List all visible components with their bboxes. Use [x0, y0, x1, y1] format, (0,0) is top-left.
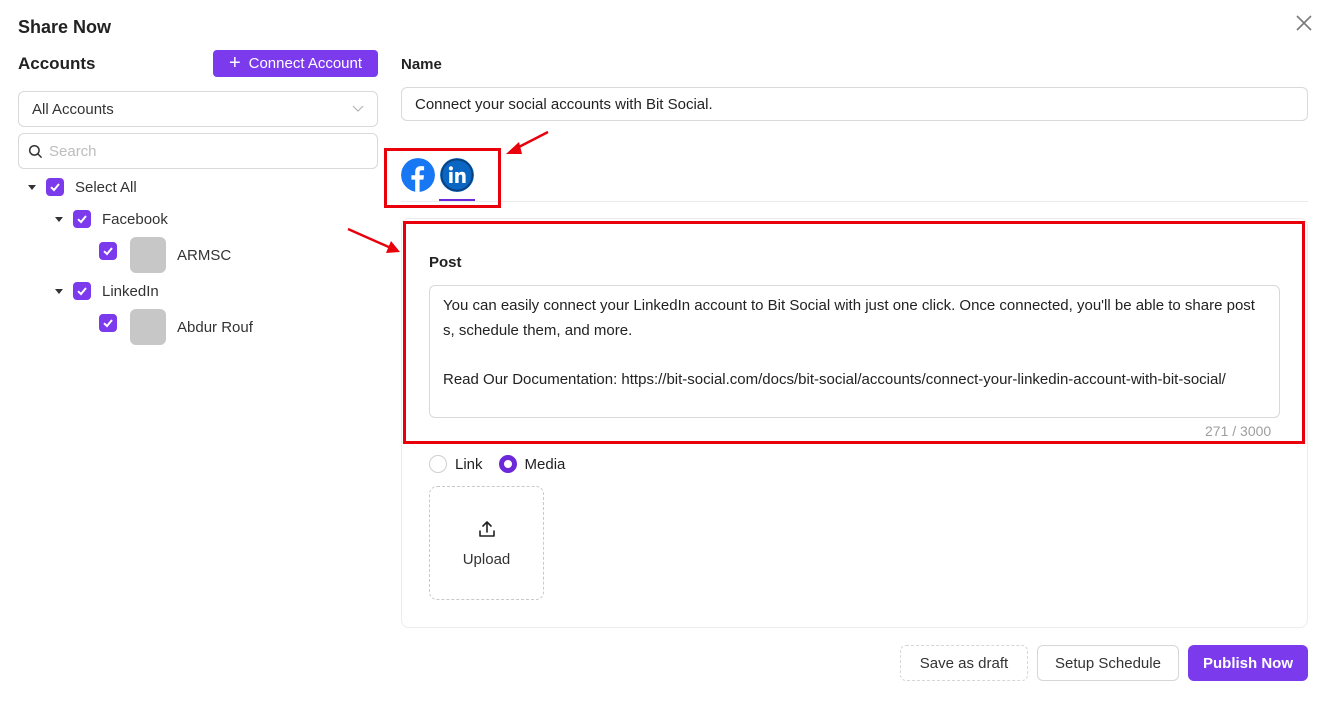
tree-group-linkedin: LinkedIn	[55, 282, 159, 300]
check-icon	[103, 247, 113, 256]
group-label: LinkedIn	[102, 282, 159, 300]
tree-account-abdur-rouf[interactable]: Abdur Rouf	[99, 309, 253, 345]
link-radio[interactable]	[429, 455, 447, 473]
caret-down-icon[interactable]	[55, 216, 63, 222]
accounts-filter-value: All Accounts	[32, 100, 114, 118]
annotation-arrow-networks	[506, 130, 549, 154]
attachment-type: Link Media	[429, 455, 581, 473]
account-checkbox[interactable]	[99, 314, 117, 332]
post-label: Post	[429, 254, 462, 271]
plus-icon: +	[228, 51, 241, 74]
close-icon[interactable]	[1293, 12, 1315, 34]
select-all-label: Select All	[75, 178, 137, 196]
upload-dropzone[interactable]: Upload	[429, 486, 544, 600]
linkedin-group-checkbox[interactable]	[73, 282, 91, 300]
account-checkbox[interactable]	[99, 242, 117, 260]
account-label: ARMSC	[177, 246, 232, 264]
publish-now-button[interactable]: Publish Now	[1188, 645, 1308, 681]
name-label: Name	[401, 56, 442, 73]
search-icon	[28, 144, 43, 158]
modal-title: Share Now	[18, 17, 112, 37]
upload-label: Upload	[462, 550, 511, 568]
upload-icon	[478, 520, 495, 537]
annotation-arrow-post	[347, 227, 400, 253]
post-textarea[interactable]: You can easily connect your LinkedIn acc…	[429, 285, 1280, 418]
accounts-filter-select[interactable]: All Accounts	[18, 91, 378, 127]
select-all-checkbox[interactable]	[46, 178, 64, 196]
account-label: Abdur Rouf	[177, 318, 253, 336]
connect-account-button[interactable]: + Connect Account	[213, 50, 378, 77]
accounts-search[interactable]	[18, 133, 378, 169]
link-radio-label[interactable]: Link	[455, 456, 483, 473]
search-input[interactable]	[49, 142, 349, 160]
facebook-icon[interactable]	[401, 158, 435, 192]
save-draft-button[interactable]: Save as draft	[900, 645, 1028, 681]
tabs-divider	[401, 201, 1308, 202]
group-label: Facebook	[102, 210, 168, 228]
check-icon	[77, 287, 87, 296]
name-input[interactable]	[401, 87, 1308, 121]
media-radio[interactable]	[498, 455, 517, 473]
connect-account-label: Connect Account	[248, 55, 363, 72]
tree-account-armsc[interactable]: ARMSC	[99, 237, 231, 273]
check-icon	[103, 319, 113, 328]
chevron-down-icon	[352, 105, 364, 112]
caret-down-icon[interactable]	[55, 288, 63, 294]
char-count: 271 / 3000	[1205, 423, 1272, 439]
setup-schedule-button[interactable]: Setup Schedule	[1037, 645, 1179, 681]
tree-select-all: Select All	[28, 178, 137, 196]
avatar	[130, 237, 166, 273]
check-icon	[50, 183, 60, 192]
caret-down-icon[interactable]	[28, 184, 36, 190]
accounts-title: Accounts	[18, 54, 96, 73]
check-icon	[77, 215, 87, 224]
linkedin-icon[interactable]	[440, 158, 474, 192]
avatar	[130, 309, 166, 345]
media-radio-label[interactable]: Media	[525, 456, 566, 473]
tree-group-facebook: Facebook	[55, 210, 168, 228]
facebook-group-checkbox[interactable]	[73, 210, 91, 228]
